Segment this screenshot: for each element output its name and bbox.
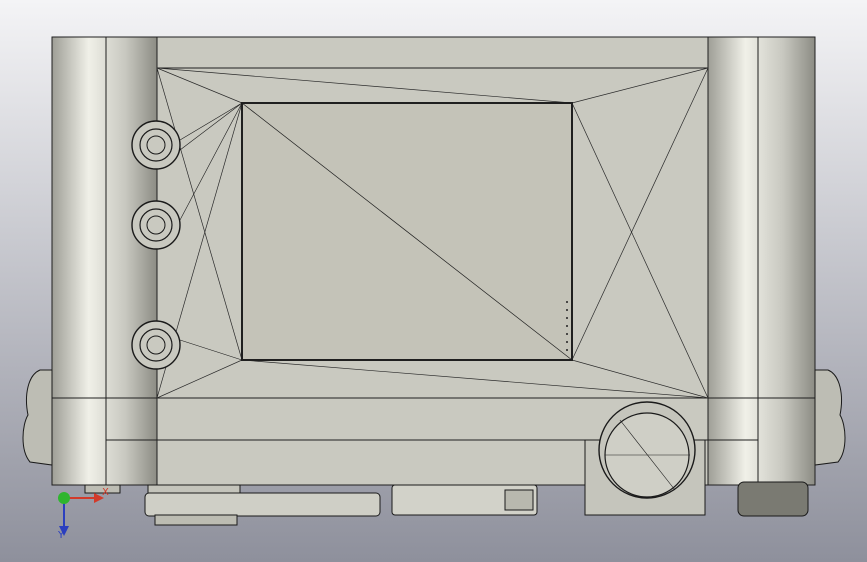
right-rail [707, 36, 816, 486]
dot [566, 325, 568, 327]
cad-model-drawing [0, 0, 867, 562]
triad-y-label: Y [58, 530, 65, 541]
connector-left-bottom [154, 514, 238, 526]
triad-origin [58, 492, 70, 504]
dot [566, 333, 568, 335]
connector-center-block [504, 489, 534, 511]
display-screen [241, 102, 573, 361]
dot [566, 341, 568, 343]
cad-viewport[interactable]: X Y [0, 0, 867, 562]
knob-core [146, 135, 166, 155]
connector-right [737, 481, 809, 517]
dot [566, 349, 568, 351]
connector-left [144, 492, 381, 517]
knob-core [146, 335, 166, 355]
left-rail [51, 36, 158, 486]
triad-x-label: X [102, 487, 109, 498]
dot [566, 309, 568, 311]
dot [566, 301, 568, 303]
dot [566, 317, 568, 319]
knob-core [146, 215, 166, 235]
